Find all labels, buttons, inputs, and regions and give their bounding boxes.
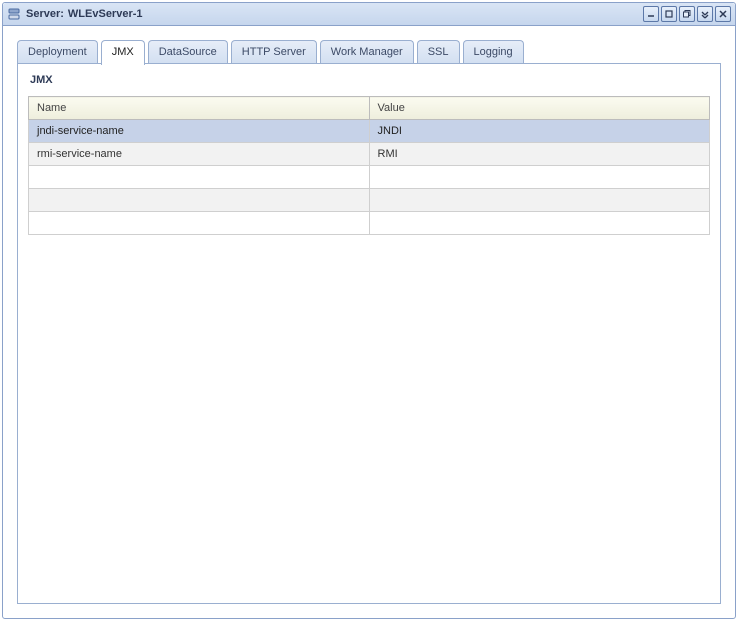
table-row[interactable] bbox=[29, 212, 710, 235]
tab-datasource[interactable]: DataSource bbox=[148, 40, 228, 64]
content-panel: JMX Name Value jndi-service-name JNDI rm… bbox=[17, 64, 721, 604]
jmx-properties-table: Name Value jndi-service-name JNDI rmi-se… bbox=[28, 96, 710, 235]
tab-workmanager[interactable]: Work Manager bbox=[320, 40, 414, 64]
minimize-icon[interactable] bbox=[643, 6, 659, 22]
cell-name bbox=[29, 166, 370, 189]
table-row[interactable]: rmi-service-name RMI bbox=[29, 143, 710, 166]
cell-value: JNDI bbox=[369, 120, 710, 143]
cell-value: RMI bbox=[369, 143, 710, 166]
title-label: Server: bbox=[26, 8, 64, 20]
server-icon bbox=[7, 7, 21, 21]
cell-value bbox=[369, 166, 710, 189]
tab-logging[interactable]: Logging bbox=[463, 40, 524, 64]
tab-deployment[interactable]: Deployment bbox=[17, 40, 98, 64]
cell-name: jndi-service-name bbox=[29, 120, 370, 143]
cell-value bbox=[369, 189, 710, 212]
table-row[interactable]: jndi-service-name JNDI bbox=[29, 120, 710, 143]
collapse-icon[interactable] bbox=[697, 6, 713, 22]
table-row[interactable] bbox=[29, 166, 710, 189]
maximize-overlap-icon[interactable] bbox=[679, 6, 695, 22]
tab-jmx[interactable]: JMX bbox=[101, 40, 145, 65]
cell-value bbox=[369, 212, 710, 235]
title-value: WLEvServer-1 bbox=[68, 8, 143, 20]
cell-name bbox=[29, 189, 370, 212]
table-row[interactable] bbox=[29, 189, 710, 212]
server-window: Server: WLEvServer-1 bbox=[2, 2, 736, 619]
titlebar: Server: WLEvServer-1 bbox=[3, 3, 735, 26]
panel-title: JMX bbox=[30, 74, 710, 86]
tab-ssl[interactable]: SSL bbox=[417, 40, 460, 64]
tab-strip: Deployment JMX DataSource HTTP Server Wo… bbox=[3, 26, 735, 64]
restore-icon[interactable] bbox=[661, 6, 677, 22]
cell-name: rmi-service-name bbox=[29, 143, 370, 166]
close-icon[interactable] bbox=[715, 6, 731, 22]
window-buttons bbox=[643, 6, 731, 22]
column-header-value[interactable]: Value bbox=[369, 97, 710, 120]
tab-httpserver[interactable]: HTTP Server bbox=[231, 40, 317, 64]
cell-name bbox=[29, 212, 370, 235]
column-header-name[interactable]: Name bbox=[29, 97, 370, 120]
